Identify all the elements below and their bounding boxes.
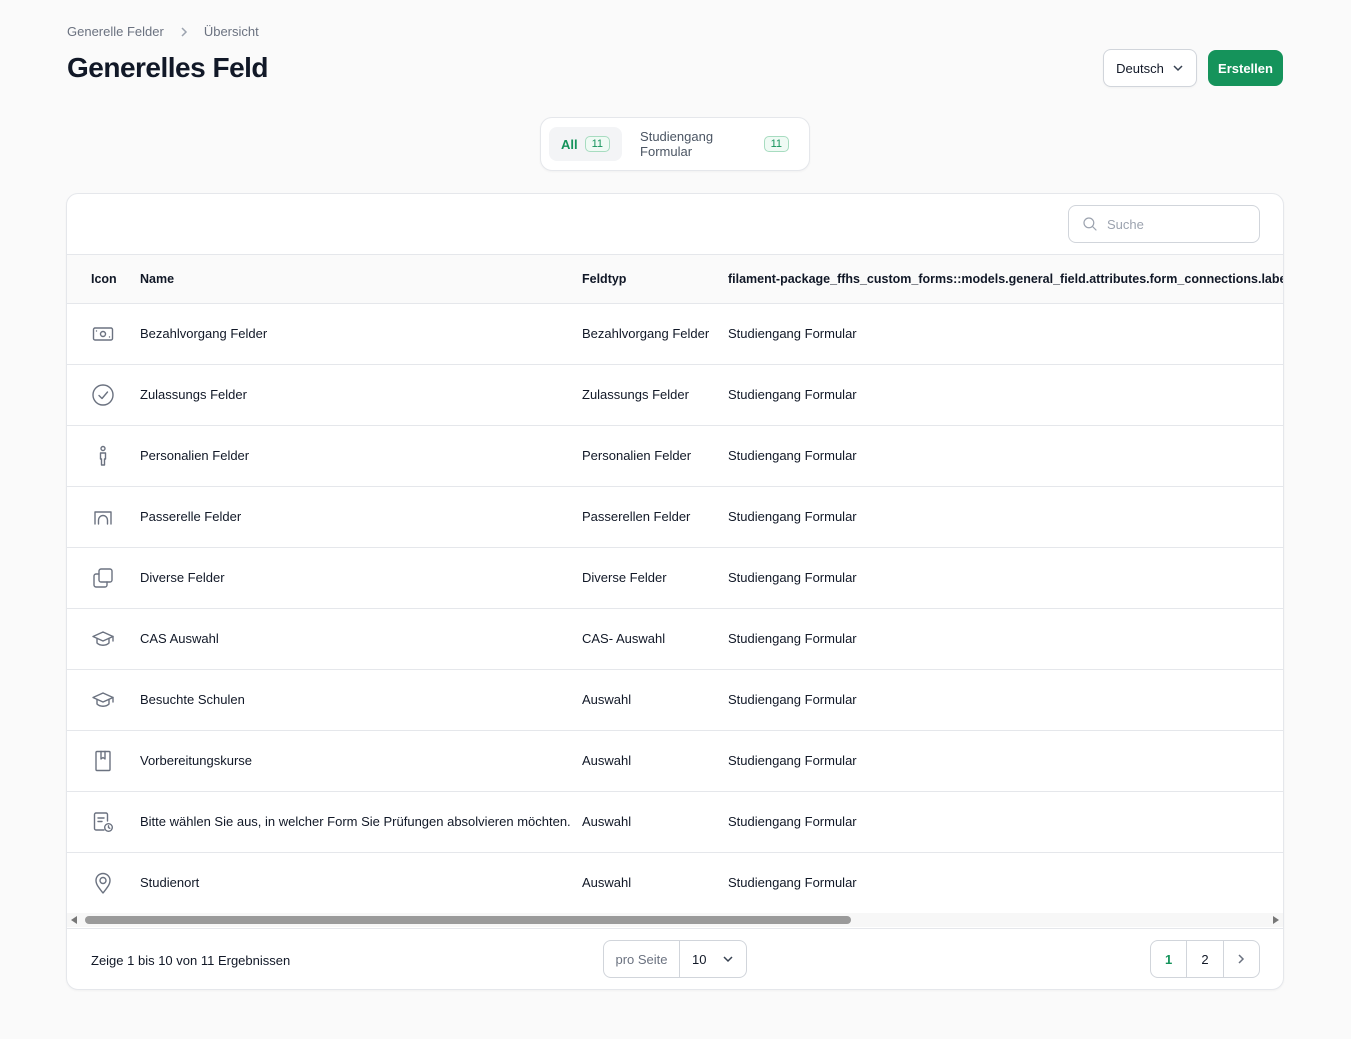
tab-label: All (561, 136, 578, 152)
copy-icon (91, 566, 115, 590)
breadcrumb: Generelle Felder Übersicht (67, 24, 259, 39)
row-form: Studiengang Formular (728, 631, 857, 646)
row-type: Auswahl (582, 814, 632, 829)
tab-all[interactable]: All 11 (549, 127, 623, 161)
row-type: Personalien Felder (582, 448, 692, 463)
scroll-right-arrow[interactable] (1273, 916, 1279, 924)
divider (67, 928, 1283, 929)
table-header: Icon Name Feldtyp filament-package_ffhs_… (67, 255, 1283, 304)
chevron-down-icon (1173, 65, 1183, 72)
horizontal-scrollbar[interactable] (67, 913, 1283, 927)
page-button-1[interactable]: 1 (1151, 941, 1188, 977)
row-form: Studiengang Formular (728, 753, 857, 768)
per-page-value: 10 (692, 951, 707, 967)
row-form: Studiengang Formular (728, 814, 857, 829)
row-type: Auswahl (582, 875, 632, 890)
row-name: Besuchte Schulen (140, 692, 245, 707)
page-title: Generelles Feld (67, 52, 269, 83)
table-row[interactable]: Studienort Auswahl Studiengang Formular (67, 853, 1283, 914)
row-type: Auswahl (582, 753, 632, 768)
row-name: Zulassungs Felder (140, 387, 247, 402)
document-clock-icon (91, 810, 115, 834)
row-type: Auswahl (582, 692, 632, 707)
breadcrumb-parent-link[interactable]: Generelle Felder (67, 24, 164, 39)
bridge-icon (91, 505, 115, 529)
row-name: Studienort (140, 875, 200, 890)
scroll-thumb[interactable] (85, 916, 851, 924)
row-form: Studiengang Formular (728, 875, 857, 890)
tab-count-badge: 11 (763, 136, 789, 152)
row-form: Studiengang Formular (728, 326, 857, 341)
table-row[interactable]: CAS Auswahl CAS- Auswahl Studiengang For… (67, 609, 1283, 670)
row-type: CAS- Auswahl (582, 631, 666, 646)
check-circle-icon (91, 383, 115, 407)
row-name: Vorbereitungskurse (140, 753, 253, 768)
results-summary: Zeige 1 bis 10 von 11 Ergebnissen (91, 953, 291, 968)
column-header-name[interactable]: Name (140, 272, 174, 286)
tab-studiengang-formular[interactable]: Studiengang Formular 11 (628, 127, 801, 161)
column-header-type[interactable]: Feldtyp (582, 272, 626, 286)
next-page-button[interactable] (1224, 941, 1259, 977)
create-button[interactable]: Erstellen (1208, 50, 1283, 86)
table-row[interactable]: Besuchte Schulen Auswahl Studiengang For… (67, 670, 1283, 731)
tab-count-badge: 11 (584, 136, 611, 152)
map-pin-icon (91, 871, 115, 895)
chevron-right-icon (181, 26, 187, 37)
search-placeholder: Suche (1107, 216, 1144, 232)
table-row[interactable]: Vorbereitungskurse Auswahl Studiengang F… (67, 731, 1283, 792)
graduation-cap-icon (91, 627, 115, 651)
row-form: Studiengang Formular (728, 692, 857, 707)
book-bookmark-icon (91, 749, 115, 773)
table-row[interactable]: Diverse Felder Diverse Felder Studiengan… (67, 548, 1283, 609)
row-form: Studiengang Formular (728, 387, 857, 402)
tab-label: Studiengang Formular (640, 129, 714, 159)
column-header-connections[interactable]: filament-package_ffhs_custom_forms::mode… (728, 272, 1283, 286)
row-name: Diverse Felder (140, 570, 225, 585)
row-type: Bezahlvorgang Felder (582, 326, 710, 341)
row-name: Bezahlvorgang Felder (140, 326, 268, 341)
language-label: Deutsch (1116, 60, 1164, 76)
row-type: Zulassungs Felder (582, 387, 689, 402)
row-form: Studiengang Formular (728, 448, 857, 463)
page-button-2[interactable]: 2 (1187, 941, 1224, 977)
language-switcher[interactable]: Deutsch (1103, 49, 1197, 87)
row-name: Bitte wählen Sie aus, in welcher Form Si… (140, 814, 571, 829)
row-name: Personalien Felder (140, 448, 250, 463)
row-type: Passerellen Felder (582, 509, 691, 524)
row-name: CAS Auswahl (140, 631, 219, 646)
table-row[interactable]: Bitte wählen Sie aus, in welcher Form Si… (67, 792, 1283, 853)
pagination: 1 2 (1150, 940, 1260, 978)
person-icon (91, 444, 115, 468)
per-page-value-wrap[interactable]: 10 (680, 952, 746, 967)
per-page-label: pro Seite (604, 941, 680, 977)
search-icon (1083, 217, 1097, 231)
chevron-right-icon (1238, 954, 1245, 964)
table-row[interactable]: Bezahlvorgang Felder Bezahlvorgang Felde… (67, 304, 1283, 365)
table-card: Suche Icon Name Feldtyp filament-package… (66, 193, 1284, 990)
chevron-down-icon (723, 956, 733, 963)
tab-bar: All 11 Studiengang Formular 11 (540, 117, 810, 171)
table-row[interactable]: Personalien Felder Personalien Felder St… (67, 426, 1283, 487)
table-row[interactable]: Passerelle Felder Passerellen Felder Stu… (67, 487, 1283, 548)
row-name: Passerelle Felder (140, 509, 242, 524)
search-input[interactable]: Suche (1068, 205, 1260, 243)
banknote-icon (91, 322, 115, 346)
table-row[interactable]: Zulassungs Felder Zulassungs Felder Stud… (67, 365, 1283, 426)
scroll-left-arrow[interactable] (71, 916, 77, 924)
column-header-icon: Icon (91, 272, 117, 286)
row-type: Diverse Felder (582, 570, 667, 585)
per-page-select[interactable]: pro Seite 10 (603, 940, 747, 978)
breadcrumb-current: Übersicht (203, 24, 259, 39)
graduation-cap-icon (91, 688, 115, 712)
row-form: Studiengang Formular (728, 570, 857, 585)
row-form: Studiengang Formular (728, 509, 857, 524)
